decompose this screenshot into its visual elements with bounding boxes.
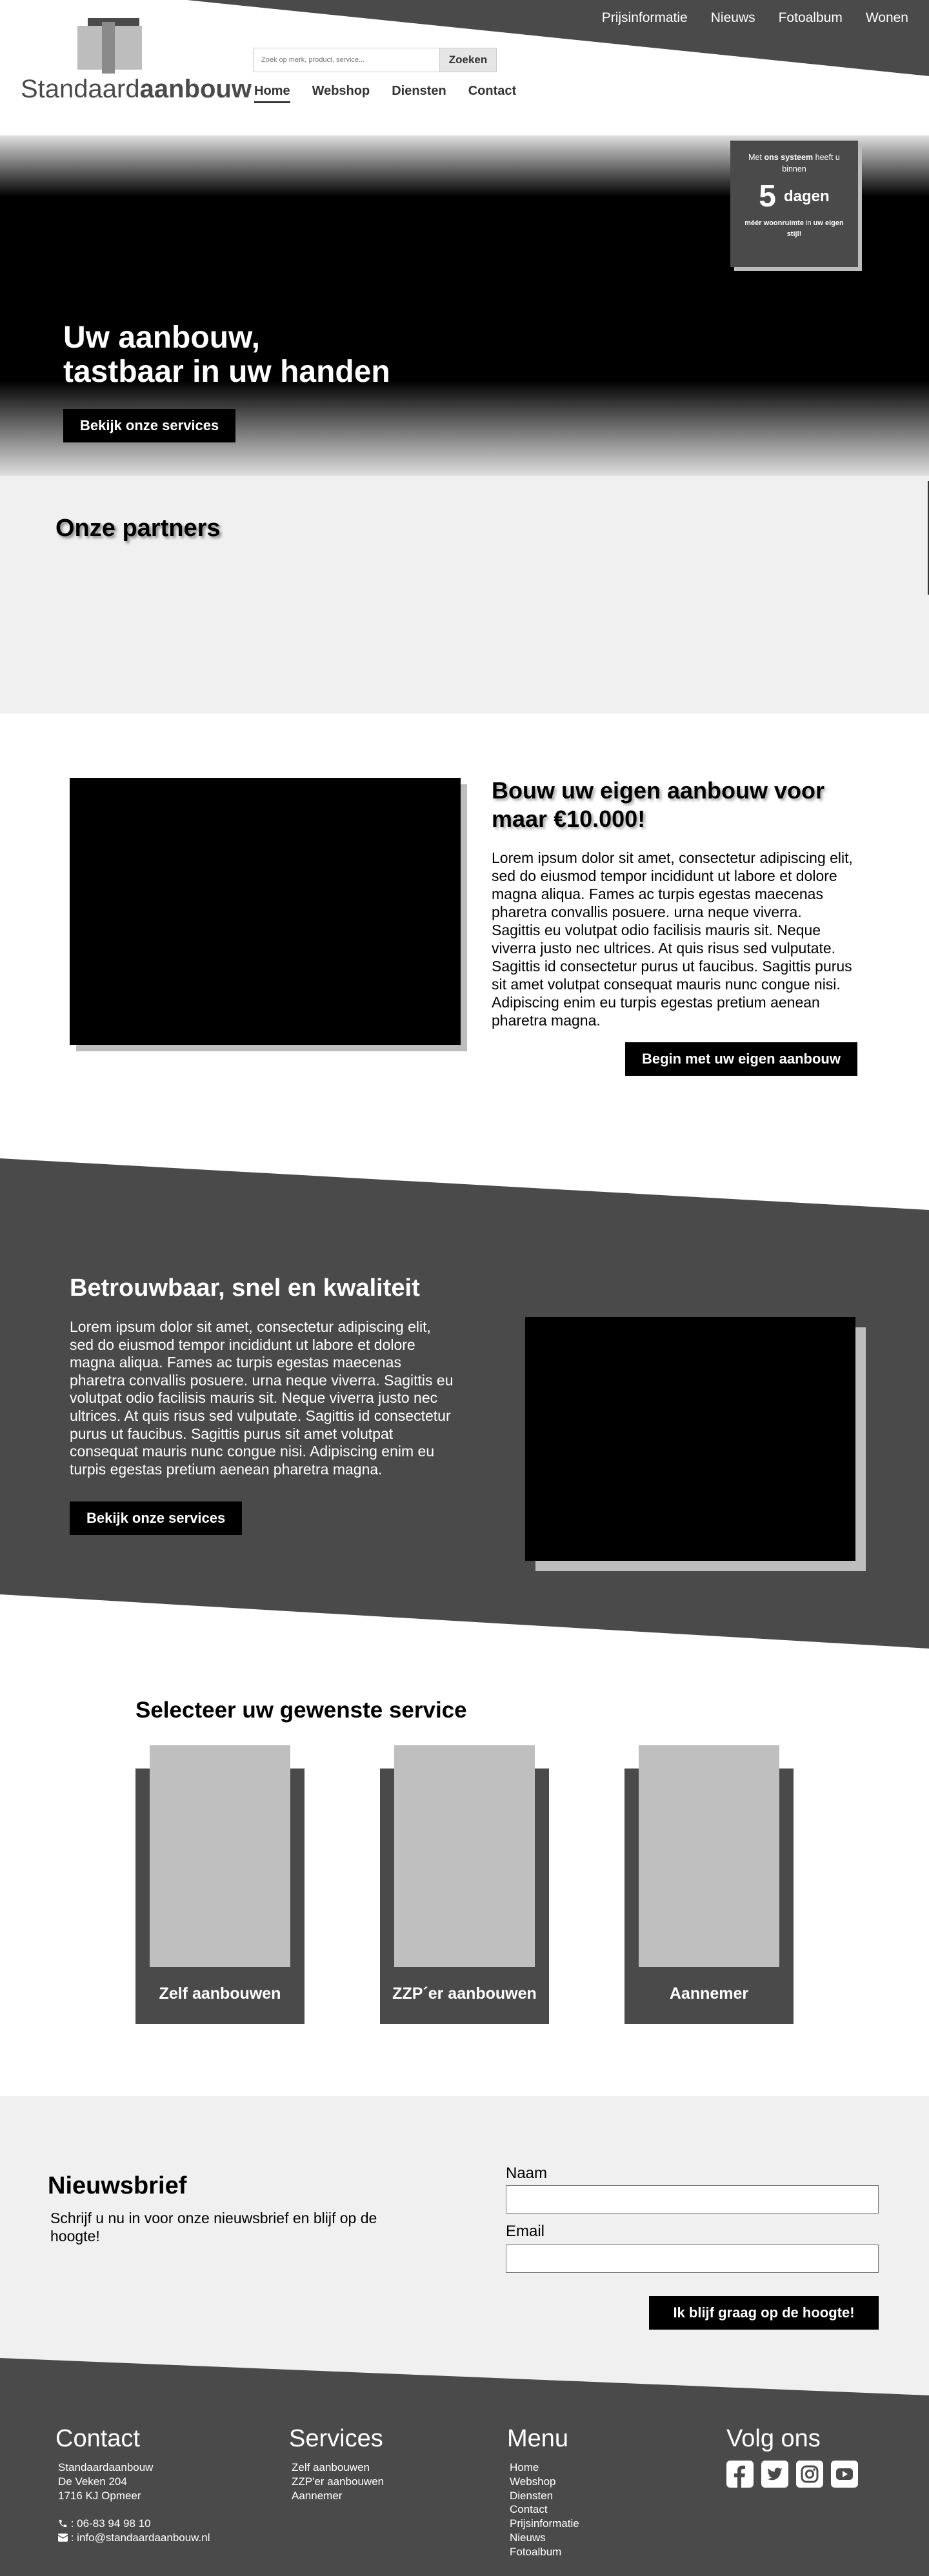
main-nav-contact[interactable]: Contact xyxy=(468,84,516,103)
build-text: Lorem ipsum dolor sit amet, consectetur … xyxy=(492,849,853,1029)
facebook-icon[interactable] xyxy=(726,2461,754,2488)
top-nav-fotoalbum[interactable]: Fotoalbum xyxy=(779,10,843,26)
logo[interactable]: Standaardaanbouw xyxy=(21,18,252,108)
phone-icon xyxy=(59,2520,67,2528)
badge-outro: méér woonruimte in uw eigen stijl! xyxy=(744,219,844,238)
service-label: Aannemer xyxy=(669,1985,749,2003)
trust-section: Betrouwbaar, snel en kwaliteit Lorem ips… xyxy=(0,1158,929,1649)
site-header: Prijsinformatie Nieuws Fotoalbum Wonen S… xyxy=(0,0,929,135)
main-nav-diensten[interactable]: Diensten xyxy=(392,84,446,103)
site-footer: Contact Standaardaanbouw De Veken 204 17… xyxy=(0,2358,929,2576)
promo-badge: Met ons systeem heeft u binnen 5 dagen m… xyxy=(730,141,858,267)
trust-video[interactable] xyxy=(525,1317,855,1561)
logo-mark-icon xyxy=(77,18,147,83)
footer-menu-link[interactable]: Prijsinformatie xyxy=(510,2517,579,2531)
hero-services-button[interactable]: Bekijk onze services xyxy=(63,409,236,442)
service-label: ZZP´er aanbouwen xyxy=(392,1985,537,2003)
footer-menu-link[interactable]: Webshop xyxy=(510,2475,579,2489)
build-video[interactable] xyxy=(70,778,461,1045)
footer-services-title: Services xyxy=(289,2425,383,2452)
footer-phone[interactable]: : 06-83 94 98 10 xyxy=(58,2517,210,2531)
top-nav-prijsinformatie[interactable]: Prijsinformatie xyxy=(602,10,688,26)
service-label: Zelf aanbouwen xyxy=(159,1985,281,2003)
email-label: Email xyxy=(506,2223,545,2240)
footer-contact-line: 1716 KJ Opmeer xyxy=(58,2489,141,2502)
footer-services: Services Zelf aanbouwen ZZP'er aanbouwen… xyxy=(289,2425,384,2502)
badge-number: 5 xyxy=(759,179,776,213)
footer-service-link[interactable]: Zelf aanbouwen xyxy=(292,2461,384,2475)
main-nav: Home Webshop Diensten Contact xyxy=(254,84,516,103)
footer-menu: Menu Home Webshop Diensten Contact Prijs… xyxy=(507,2425,579,2559)
newsletter-text: Schrijf u nu in voor onze nieuwsbrief en… xyxy=(50,2210,377,2244)
newsletter-submit-button[interactable]: Ik blijf graag op de hoogte! xyxy=(649,2296,879,2330)
search-input[interactable] xyxy=(253,48,440,72)
footer-menu-link[interactable]: Contact xyxy=(510,2502,579,2517)
footer-social-title: Volg ons xyxy=(726,2425,821,2452)
service-image xyxy=(150,1745,290,1967)
service-image xyxy=(639,1745,779,1967)
build-title: Bouw uw eigen aanbouw voor maar €10.000! xyxy=(492,777,825,832)
footer-service-link[interactable]: Aannemer xyxy=(292,2489,384,2503)
top-nav: Prijsinformatie Nieuws Fotoalbum Wonen xyxy=(602,10,908,26)
footer-contact: Contact Standaardaanbouw De Veken 204 17… xyxy=(55,2425,210,2545)
newsletter-section: Nieuwsbrief Schrijf u nu in voor onze ni… xyxy=(0,2096,929,2399)
footer-contact-line: De Veken 204 xyxy=(58,2475,127,2488)
footer-contact-line: Standaardaanbouw xyxy=(58,2461,154,2473)
footer-social: Volg ons xyxy=(726,2425,858,2488)
footer-contact-title: Contact xyxy=(55,2425,140,2452)
footer-menu-title: Menu xyxy=(507,2425,569,2452)
footer-email[interactable]: : info@standaardaanbouw.nl xyxy=(58,2531,210,2545)
service-image xyxy=(394,1745,535,1967)
page: Prijsinformatie Nieuws Fotoalbum Wonen S… xyxy=(0,0,929,2576)
build-section: Bouw uw eigen aanbouw voor maar €10.000!… xyxy=(0,713,929,1158)
hero-title: Uw aanbouw, tastbaar in uw handen xyxy=(63,321,390,389)
start-build-button[interactable]: Begin met uw eigen aanbouw xyxy=(624,1042,857,1076)
instagram-icon[interactable] xyxy=(796,2461,823,2488)
badge-intro: Met ons systeem heeft u binnen xyxy=(748,153,840,173)
hero-section: Met ons systeem heeft u binnen 5 dagen m… xyxy=(0,135,929,476)
top-nav-nieuws[interactable]: Nieuws xyxy=(711,10,755,26)
name-field[interactable] xyxy=(506,2185,879,2214)
newsletter-title: Nieuwsbrief xyxy=(48,2172,187,2199)
footer-menu-link[interactable]: Diensten xyxy=(510,2489,579,2503)
partners-title: Onze partners xyxy=(55,515,221,542)
main-nav-home[interactable]: Home xyxy=(254,84,290,103)
twitter-icon[interactable] xyxy=(761,2461,788,2488)
email-field[interactable] xyxy=(506,2244,879,2273)
footer-menu-link[interactable]: Fotoalbum xyxy=(510,2545,579,2559)
trust-title: Betrouwbaar, snel en kwaliteit xyxy=(70,1274,420,1302)
name-label: Naam xyxy=(506,2165,548,2182)
top-nav-wonen[interactable]: Wonen xyxy=(866,10,908,26)
service-card-aannemer[interactable]: Aannemer xyxy=(624,1745,794,2024)
footer-menu-link[interactable]: Home xyxy=(510,2461,579,2475)
partners-section: Onze partners xyxy=(0,476,929,713)
service-card-zzp[interactable]: ZZP´er aanbouwen xyxy=(380,1745,549,2024)
services-section: Selecteer uw gewenste service Zelf aanbo… xyxy=(0,1649,929,2096)
main-nav-webshop[interactable]: Webshop xyxy=(312,84,370,103)
youtube-icon[interactable] xyxy=(831,2461,858,2488)
search-bar: Zoeken xyxy=(253,48,497,72)
footer-menu-link[interactable]: Nieuws xyxy=(510,2531,579,2545)
trust-text: Lorem ipsum dolor sit amet, consectetur … xyxy=(70,1318,454,1478)
footer-service-link[interactable]: ZZP'er aanbouwen xyxy=(292,2475,384,2489)
search-button[interactable]: Zoeken xyxy=(440,48,497,72)
services-title: Selecteer uw gewenste service xyxy=(135,1698,467,1723)
service-card-zelf[interactable]: Zelf aanbouwen xyxy=(135,1745,305,2024)
logo-text: Standaardaanbouw xyxy=(21,75,252,103)
trust-services-button[interactable]: Bekijk onze services xyxy=(70,1501,243,1535)
envelope-icon xyxy=(58,2533,68,2542)
badge-unit: dagen xyxy=(784,187,830,205)
